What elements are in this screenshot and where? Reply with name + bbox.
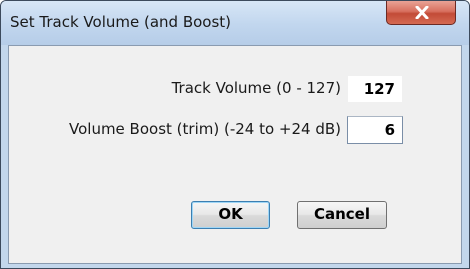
title-bar[interactable]: Set Track Volume (and Boost) — [1, 1, 469, 45]
window-title: Set Track Volume (and Boost) — [10, 13, 232, 31]
dialog-body: Track Volume (0 - 127) 127 Volume Boost … — [8, 45, 462, 264]
close-x-icon — [415, 6, 429, 19]
dialog-window: Set Track Volume (and Boost) Track Volum… — [0, 0, 470, 269]
close-button[interactable] — [386, 1, 456, 25]
cancel-button[interactable]: Cancel — [297, 201, 387, 229]
volume-boost-input[interactable]: 6 — [347, 116, 403, 144]
volume-boost-label: Volume Boost (trim) (-24 to +24 dB) — [69, 120, 341, 138]
track-volume-value: 127 — [347, 75, 403, 103]
ok-button[interactable]: OK — [191, 201, 270, 229]
track-volume-label: Track Volume (0 - 127) — [171, 79, 341, 97]
